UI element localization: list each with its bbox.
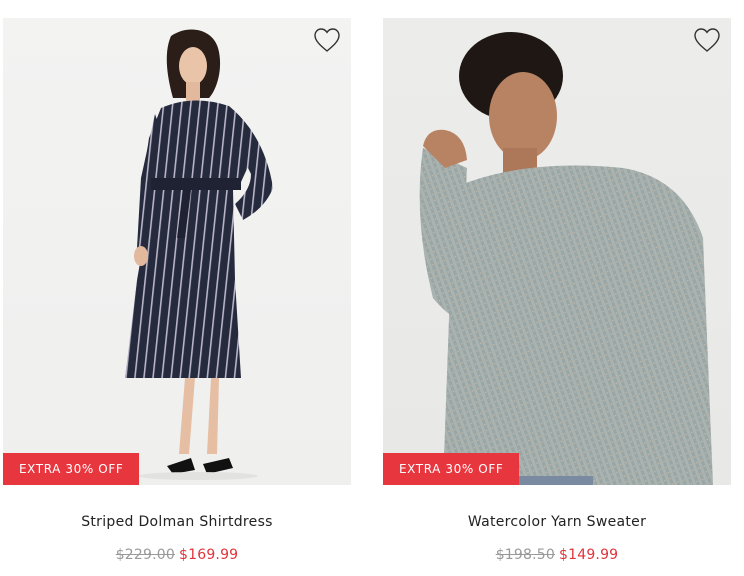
product-name[interactable]: Watercolor Yarn Sweater [383, 514, 731, 530]
sale-price: $149.99 [559, 547, 619, 563]
discount-badge: EXTRA 30% OFF [3, 453, 140, 485]
product-card[interactable]: EXTRA 30% OFF Watercolor Yarn Sweater $1… [383, 18, 731, 563]
product-name[interactable]: Striped Dolman Shirtdress [3, 514, 351, 530]
product-card[interactable]: EXTRA 30% OFF Striped Dolman Shirtdress … [3, 18, 351, 563]
sale-price: $169.99 [179, 547, 239, 563]
heart-outline-icon[interactable] [693, 27, 721, 53]
original-price: $229.00 [115, 547, 175, 563]
heart-outline-icon[interactable] [313, 27, 341, 53]
product-price: $198.50 $149.99 [383, 547, 731, 563]
knit-sweater-photo [419, 32, 713, 485]
original-price: $198.50 [495, 547, 555, 563]
product-image[interactable]: EXTRA 30% OFF [3, 18, 351, 485]
product-image[interactable]: EXTRA 30% OFF [383, 18, 731, 485]
discount-badge: EXTRA 30% OFF [383, 453, 520, 485]
product-price: $229.00 $169.99 [3, 547, 351, 563]
product-grid: EXTRA 30% OFF Striped Dolman Shirtdress … [0, 0, 744, 576]
striped-dress-photo [125, 29, 273, 480]
